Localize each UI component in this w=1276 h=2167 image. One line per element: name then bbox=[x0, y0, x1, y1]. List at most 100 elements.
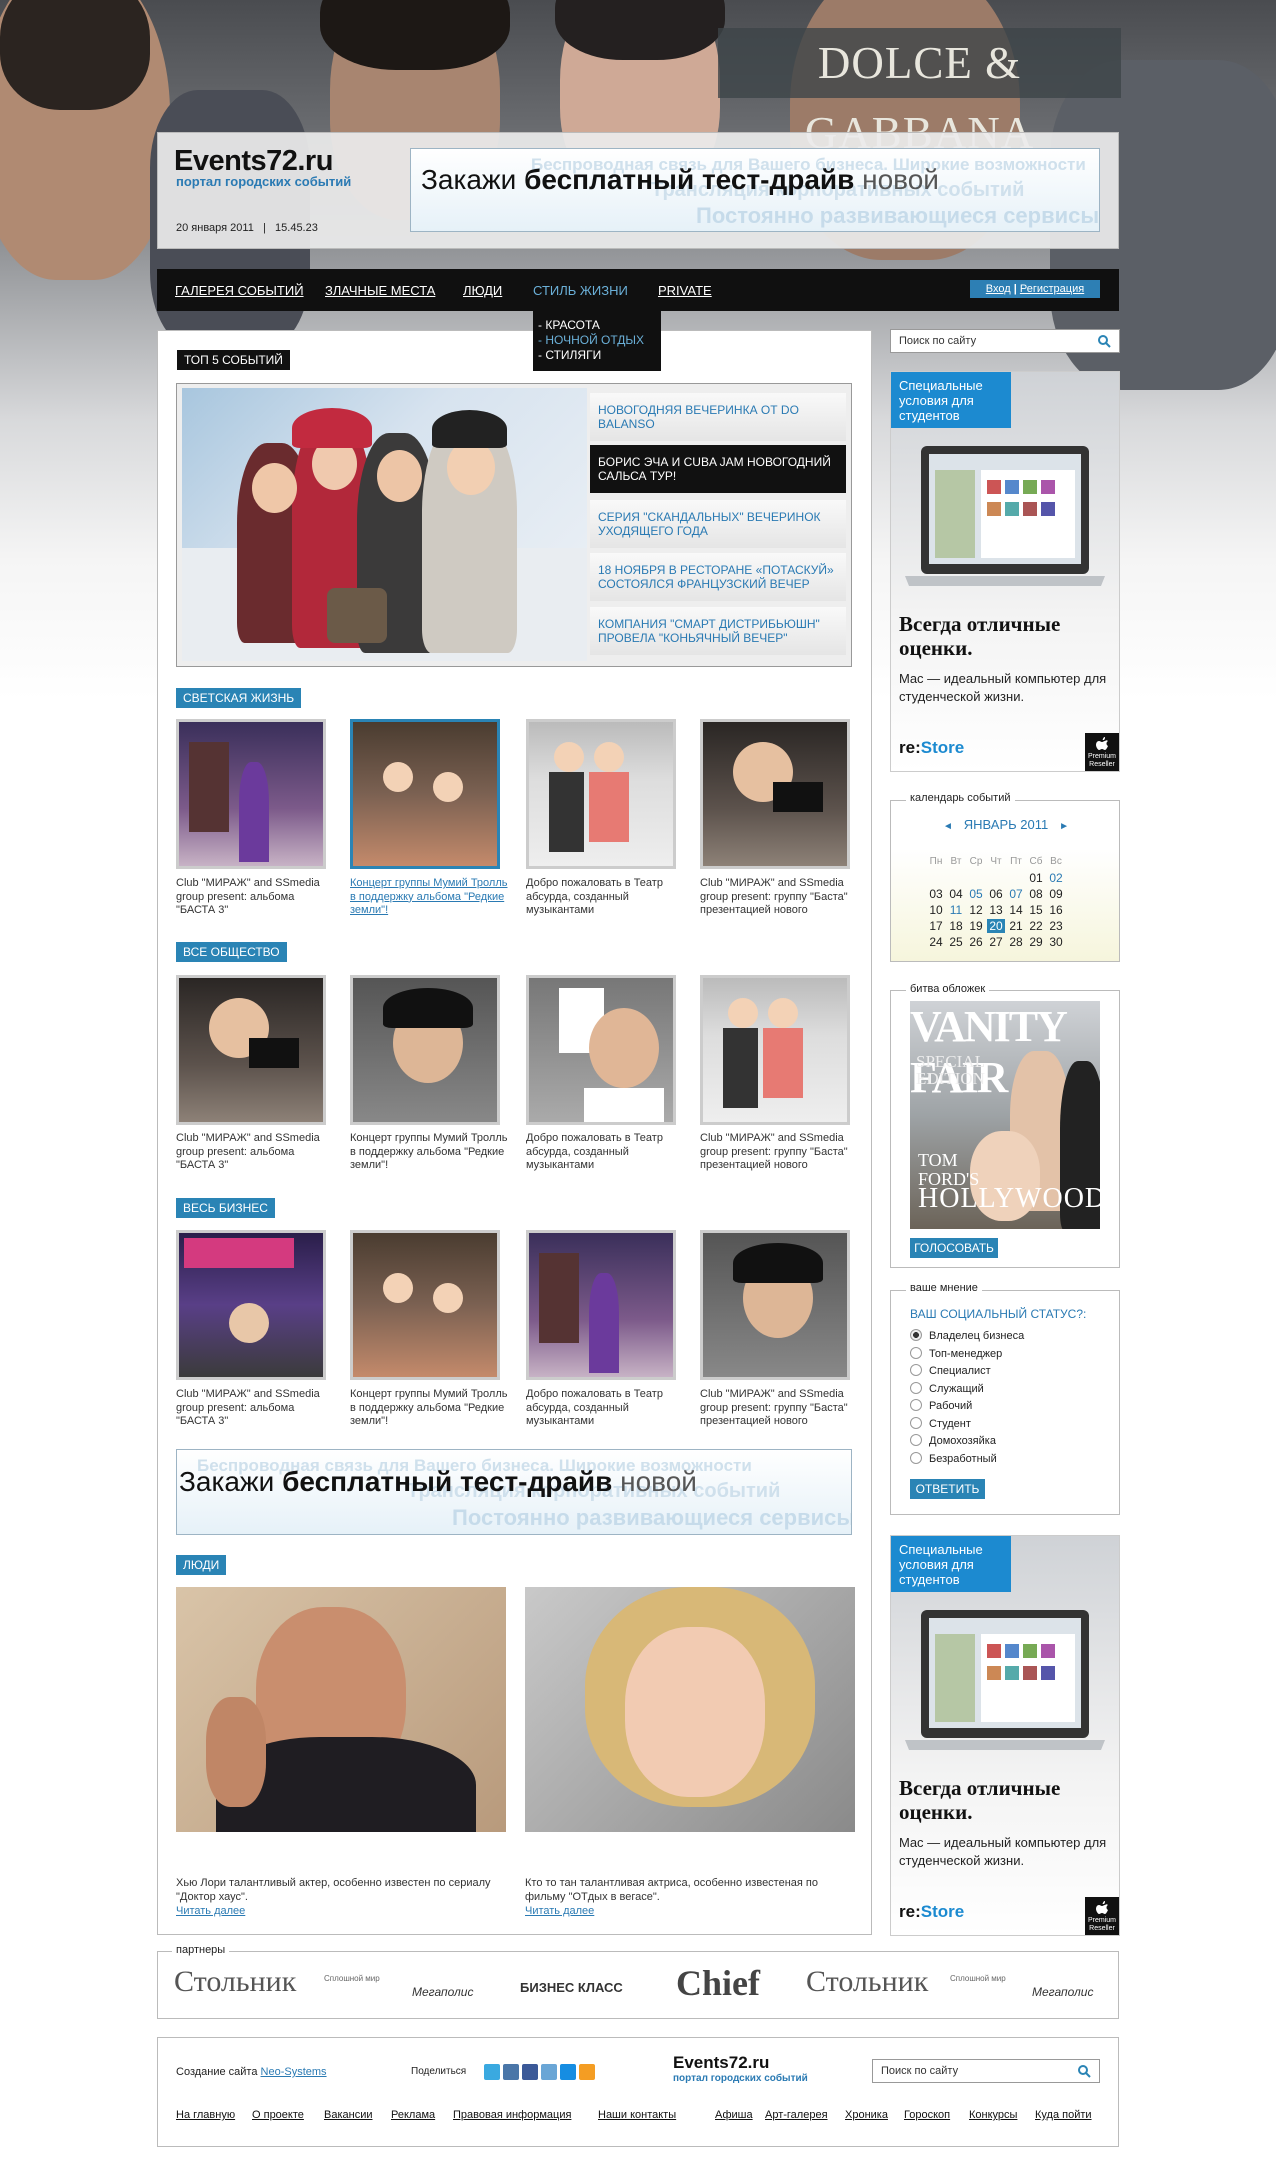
gallery-thumb[interactable] bbox=[526, 719, 676, 869]
calendar-day[interactable]: 29 bbox=[1027, 935, 1045, 949]
calendar-next-button[interactable]: ► bbox=[1059, 821, 1069, 832]
footer-link-contacts[interactable]: Наши контакты bbox=[598, 2109, 676, 2121]
footer-link-horoscope[interactable]: Гороскоп bbox=[904, 2109, 950, 2121]
calendar-day[interactable]: 25 bbox=[947, 935, 965, 949]
section-title-high-life[interactable]: СВЕТСКАЯ ЖИЗНЬ bbox=[176, 688, 302, 708]
calendar-day[interactable]: 15 bbox=[1027, 903, 1045, 917]
calendar-day[interactable]: 04 bbox=[947, 887, 965, 901]
thumb-caption[interactable]: Концерт группы Мумий Тролль в поддержку … bbox=[350, 1388, 510, 1442]
calendar-day[interactable]: 24 bbox=[927, 935, 945, 949]
gallery-thumb[interactable] bbox=[526, 975, 676, 1125]
footer-link-about[interactable]: О проекте bbox=[252, 2109, 304, 2121]
gallery-thumb[interactable] bbox=[176, 975, 326, 1125]
thumb-caption[interactable]: Концерт группы Мумий Тролль в поддержку … bbox=[350, 877, 510, 931]
calendar-day[interactable]: 23 bbox=[1047, 919, 1065, 933]
top5-item-4[interactable]: 18 НОЯБРЯ В РЕСТОРАНЕ «ПОТАСКУЙ» СОСТОЯЛ… bbox=[590, 553, 846, 601]
restore-ad[interactable]: Специальные условия для студентов Всегда… bbox=[890, 371, 1120, 772]
radio-button[interactable] bbox=[910, 1364, 922, 1376]
thumb-caption[interactable]: Club "МИРАЖ" and SSmedia group present: … bbox=[700, 1388, 860, 1442]
partner-logo[interactable]: Chief bbox=[676, 1962, 760, 2004]
poll-option[interactable]: Специалист bbox=[910, 1364, 991, 1381]
poll-option[interactable]: Служащий bbox=[910, 1381, 984, 1399]
calendar-day[interactable]: 26 bbox=[967, 935, 985, 949]
developer-link[interactable]: Neo-Systems bbox=[261, 2066, 327, 2078]
content-ad-banner[interactable]: Беспроводная связь для Вашего бизнеса. Ш… bbox=[176, 1449, 852, 1535]
search-icon[interactable] bbox=[1097, 334, 1111, 348]
calendar-day[interactable]: 21 bbox=[1007, 919, 1025, 933]
partner-logo[interactable]: Мегаполис bbox=[1032, 1985, 1093, 1999]
thumb-caption[interactable]: Концерт группы Мумий Тролль в поддержку … bbox=[350, 1132, 510, 1186]
register-link[interactable]: Регистрация bbox=[1020, 283, 1084, 295]
person-photo[interactable] bbox=[525, 1587, 855, 1832]
gallery-thumb[interactable] bbox=[700, 719, 850, 869]
footer-link-chronicle[interactable]: Хроника bbox=[845, 2109, 888, 2121]
calendar-day[interactable]: 06 bbox=[987, 887, 1005, 901]
top5-item-3[interactable]: СЕРИЯ "СКАНДАЛЬНЫХ" ВЕЧЕРИНОК УХОДЯЩЕГО … bbox=[590, 500, 846, 548]
odnoklassniki-icon[interactable] bbox=[579, 2064, 595, 2080]
calendar-day[interactable]: 20 bbox=[987, 919, 1005, 933]
login-link[interactable]: Вход bbox=[986, 283, 1011, 295]
facebook-icon[interactable] bbox=[522, 2064, 538, 2080]
calendar-day[interactable]: 12 bbox=[967, 903, 985, 917]
radio-button[interactable] bbox=[910, 1434, 922, 1446]
calendar-day[interactable]: 01 bbox=[1027, 871, 1045, 885]
thumb-caption[interactable]: Club "МИРАЖ" and SSmedia group present: … bbox=[700, 877, 860, 931]
read-more-link[interactable]: Читать далее bbox=[525, 1905, 594, 1917]
calendar-day[interactable]: 10 bbox=[927, 903, 945, 917]
restore-ad[interactable]: Специальные условия для студентов Всегда… bbox=[890, 1535, 1120, 1936]
mail-icon[interactable] bbox=[560, 2064, 576, 2080]
calendar-day[interactable]: 11 bbox=[947, 903, 965, 917]
calendar-day[interactable]: 30 bbox=[1047, 935, 1065, 949]
dropdown-item-dudes[interactable]: - СТИЛЯГИ bbox=[538, 348, 661, 363]
section-title-people[interactable]: ЛЮДИ bbox=[176, 1555, 227, 1575]
magazine-cover[interactable]: VANITY FAIR SPECIAL EDITION TOM FORD'S H… bbox=[910, 1001, 1100, 1229]
calendar-day[interactable]: 19 bbox=[967, 919, 985, 933]
radio-button[interactable] bbox=[910, 1416, 922, 1429]
calendar-day[interactable]: 02 bbox=[1047, 871, 1065, 885]
gallery-thumb[interactable] bbox=[176, 719, 326, 869]
nav-item-private[interactable]: PRIVATE bbox=[658, 283, 712, 298]
thumb-caption[interactable]: Добро пожаловать в Театр абсурда, создан… bbox=[526, 877, 686, 931]
calendar-day[interactable]: 18 bbox=[947, 919, 965, 933]
gallery-thumb[interactable] bbox=[700, 1230, 850, 1380]
header-ad-banner[interactable]: Беспроводная связь для Вашего бизнеса. Ш… bbox=[410, 148, 1100, 232]
partner-logo[interactable]: Сплошной мир bbox=[950, 1974, 1006, 1983]
poll-option[interactable]: Рабочий bbox=[910, 1399, 972, 1416]
calendar-day[interactable]: 22 bbox=[1027, 919, 1045, 933]
nav-item-people[interactable]: ЛЮДИ bbox=[463, 283, 502, 298]
poll-option[interactable]: Студент bbox=[910, 1416, 971, 1434]
twitter-icon[interactable] bbox=[484, 2064, 500, 2080]
gallery-thumb[interactable] bbox=[526, 1230, 676, 1380]
top5-item-5[interactable]: КОМПАНИЯ "СМАРТ ДИСТРИБЬЮШН" ПРОВЕЛА "КО… bbox=[590, 607, 846, 655]
read-more-link[interactable]: Читать далее bbox=[176, 1905, 245, 1917]
calendar-day[interactable]: 27 bbox=[987, 935, 1005, 949]
footer-link-where-to-go[interactable]: Куда пойти bbox=[1035, 2109, 1092, 2121]
livejournal-icon[interactable] bbox=[541, 2064, 557, 2080]
gallery-thumb[interactable] bbox=[350, 719, 500, 869]
gallery-thumb[interactable] bbox=[350, 975, 500, 1125]
nav-item-gallery[interactable]: ГАЛЕРЕЯ СОБЫТИЙ bbox=[175, 283, 304, 298]
sidebar-search-input[interactable]: Поиск по сайту bbox=[890, 329, 1120, 353]
calendar-day[interactable]: 14 bbox=[1007, 903, 1025, 917]
partner-logo[interactable]: Стольник bbox=[806, 1965, 928, 1999]
search-icon[interactable] bbox=[1077, 2064, 1091, 2078]
thumb-caption[interactable]: Club "МИРАЖ" and SSmedia group present: … bbox=[176, 1132, 336, 1186]
footer-link-art-gallery[interactable]: Арт-галерея bbox=[765, 2109, 828, 2121]
radio-button[interactable] bbox=[910, 1329, 922, 1341]
poll-option[interactable]: Безработный bbox=[910, 1451, 997, 1469]
footer-link-contests[interactable]: Конкурсы bbox=[969, 2109, 1017, 2121]
poll-submit-button[interactable]: ОТВЕТИТЬ bbox=[910, 1479, 985, 1499]
nav-item-lifestyle[interactable]: СТИЛЬ ЖИЗНИ bbox=[533, 283, 628, 298]
calendar-day[interactable]: 13 bbox=[987, 903, 1005, 917]
top5-item-1[interactable]: НОВОГОДНЯЯ ВЕЧЕРИНКА ОТ DO BALANSO bbox=[590, 393, 846, 441]
calendar-day[interactable]: 28 bbox=[1007, 935, 1025, 949]
footer-search-input[interactable]: Поиск по сайту bbox=[872, 2059, 1100, 2083]
calendar-day[interactable]: 07 bbox=[1007, 887, 1025, 901]
partner-logo[interactable]: Сплошной мир bbox=[324, 1974, 380, 1983]
calendar-day[interactable]: 17 bbox=[927, 919, 945, 933]
section-title-society[interactable]: ВСЕ ОБЩЕСТВО bbox=[176, 942, 287, 962]
gallery-thumb[interactable] bbox=[176, 1230, 326, 1380]
dropdown-item-beauty[interactable]: - КРАСОТА bbox=[538, 318, 661, 333]
thumb-caption[interactable]: Club "МИРАЖ" and SSmedia group present: … bbox=[176, 877, 336, 931]
footer-link-legal[interactable]: Правовая информация bbox=[453, 2109, 571, 2121]
